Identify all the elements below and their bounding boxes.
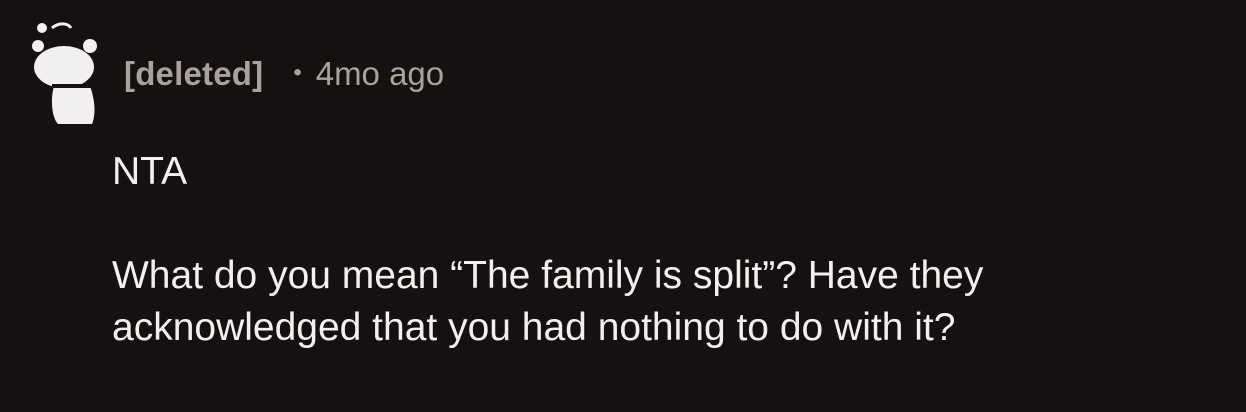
comment-paragraph: What do you mean “The family is split”? … <box>112 254 984 349</box>
comment: [deleted] • 4mo ago NTA What do you mean… <box>0 0 1246 412</box>
author-name[interactable]: [deleted] <box>124 55 263 93</box>
snoo-avatar-icon[interactable] <box>28 18 104 128</box>
comment-paragraph: NTA <box>112 150 188 193</box>
separator-dot: • <box>293 59 302 86</box>
comment-body: NTA What do you mean “The family is spli… <box>112 146 1222 354</box>
timestamp[interactable]: 4mo ago <box>316 55 444 93</box>
comment-header: [deleted] • 4mo ago <box>124 52 444 96</box>
